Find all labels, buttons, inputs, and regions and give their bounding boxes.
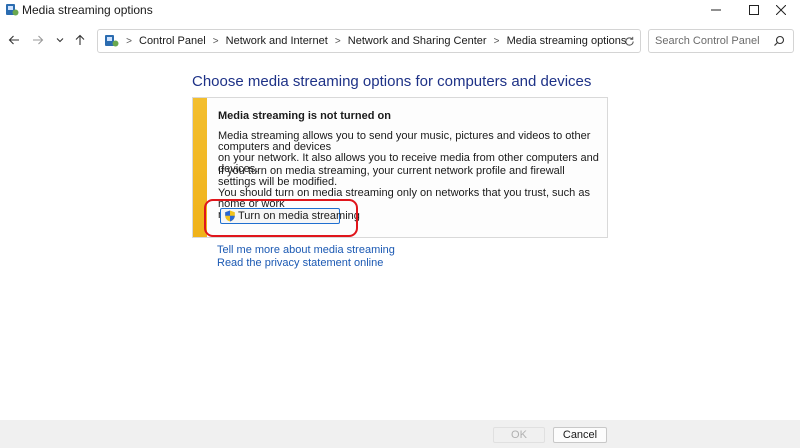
- chevron-right-icon: >: [493, 35, 500, 47]
- tell-me-more-link[interactable]: Tell me more about media streaming: [217, 244, 395, 256]
- ok-button[interactable]: OK: [493, 427, 545, 443]
- breadcrumb-control-panel[interactable]: Control Panel: [138, 35, 207, 47]
- refresh-button[interactable]: [619, 31, 639, 51]
- breadcrumb: > Control Panel > Network and Internet >…: [120, 30, 627, 52]
- page-heading: Choose media streaming options for compu…: [192, 73, 592, 90]
- address-bar[interactable]: > Control Panel > Network and Internet >…: [97, 29, 707, 53]
- dialog-footer: OK Cancel: [0, 420, 800, 448]
- close-icon: [776, 5, 786, 15]
- back-button[interactable]: [4, 30, 24, 50]
- search-input[interactable]: [655, 34, 767, 48]
- breadcrumb-network-and-internet[interactable]: Network and Internet: [225, 35, 329, 47]
- recent-locations-button[interactable]: [50, 30, 70, 50]
- panel-description-line: Media streaming allows you to send your …: [218, 130, 591, 153]
- title-bar: Media streaming options: [0, 0, 800, 22]
- search-box[interactable]: [648, 29, 794, 53]
- minimize-button[interactable]: [697, 0, 735, 20]
- maximize-icon: [749, 5, 759, 15]
- close-button[interactable]: [762, 0, 800, 20]
- annotation-highlight: [204, 199, 358, 237]
- panel-title: Media streaming is not turned on: [218, 110, 391, 122]
- panel-warning-line: If you turn on media streaming, your cur…: [218, 165, 565, 188]
- forward-arrow-icon: [33, 35, 44, 45]
- privacy-statement-link[interactable]: Read the privacy statement online: [217, 257, 383, 269]
- refresh-icon: [624, 36, 634, 46]
- media-streaming-icon: [6, 4, 19, 16]
- control-panel-icon: [105, 35, 119, 47]
- cancel-button[interactable]: Cancel: [553, 427, 607, 443]
- forward-button[interactable]: [28, 30, 48, 50]
- chevron-right-icon: >: [334, 35, 341, 47]
- up-button[interactable]: [70, 30, 90, 50]
- chevron-right-icon: >: [126, 35, 132, 47]
- chevron-down-icon: [56, 38, 64, 43]
- minimize-icon: [711, 9, 721, 11]
- back-arrow-icon: [8, 35, 19, 45]
- search-icon[interactable]: [773, 35, 785, 47]
- chevron-right-icon: >: [212, 35, 219, 47]
- breadcrumb-media-streaming-options[interactable]: Media streaming options: [506, 35, 628, 47]
- breadcrumb-network-and-sharing-center[interactable]: Network and Sharing Center: [347, 35, 488, 47]
- navigation-bar: > Control Panel > Network and Internet >…: [0, 24, 800, 56]
- up-arrow-icon: [75, 34, 85, 45]
- window-title: Media streaming options: [22, 3, 153, 17]
